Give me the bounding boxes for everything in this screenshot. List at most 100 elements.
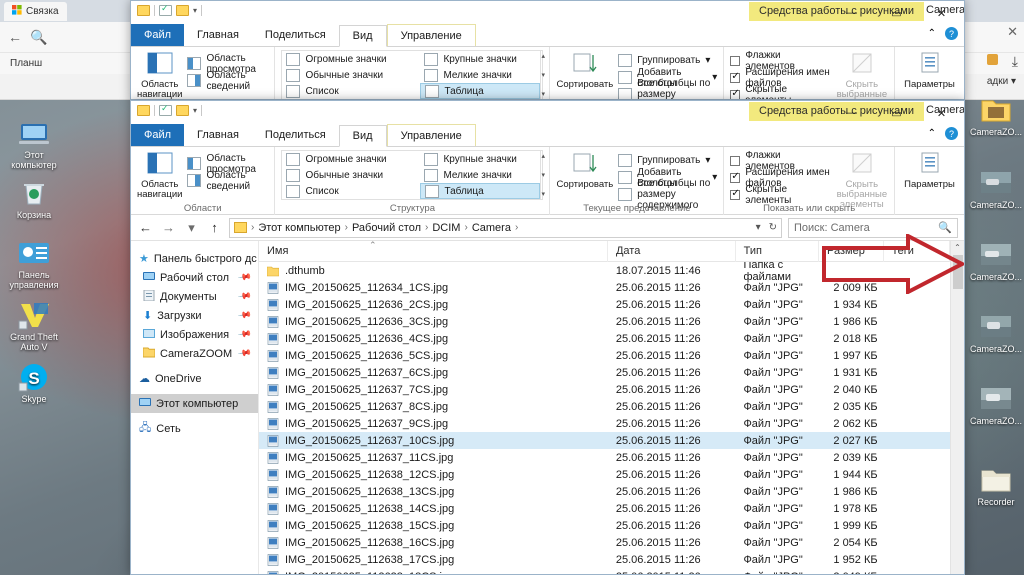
options-button[interactable]: Параметры — [901, 150, 958, 190]
layout-scroll-spinner[interactable]: ▴ ▾ ▾ — [540, 151, 545, 199]
table-row[interactable]: IMG_20150625_112638_12CS.jpg 25.06.2015 1… — [259, 466, 950, 483]
collapse-ribbon-icon[interactable]: ⌃ — [928, 128, 936, 139]
details-pane-item[interactable]: Область сведений — [187, 170, 268, 192]
tab-manage[interactable]: Управление — [386, 124, 476, 146]
table-row[interactable]: IMG_20150625_112637_8CS.jpg 25.06.2015 11… — [259, 398, 950, 415]
layout-medium-icons[interactable]: Обычные значки — [282, 67, 420, 83]
breadcrumb-item-0[interactable]: Этот компьютер — [255, 222, 343, 234]
hide-selected-items-button[interactable]: Скрыть выбранные элементы — [836, 50, 888, 99]
desktop-icon-camerazoom-image-4[interactable]: CameraZO... — [966, 384, 1024, 426]
explorer-window-background[interactable]: ▾ Средства работы с рисунками Camera — ▭… — [130, 0, 965, 100]
sidebar-item-pictures[interactable]: Изображения 📌 — [131, 325, 258, 344]
sort-button[interactable]: Сортировать — [556, 50, 613, 99]
tab-file[interactable]: Файл — [131, 24, 185, 46]
layout-list[interactable]: Список — [282, 83, 420, 99]
breadcrumb-item-1[interactable]: Рабочий стол — [349, 222, 424, 234]
breadcrumb[interactable]: › Этот компьютер › Рабочий стол › DCIM ›… — [229, 217, 782, 238]
sidebar-item-onedrive[interactable]: ☁ OneDrive — [131, 369, 258, 388]
desktop-icon-camerazoom-image-1[interactable]: CameraZO... — [966, 168, 1024, 210]
layout-details[interactable]: Таблица — [420, 183, 541, 199]
layout-extra-large-icons[interactable]: Огромные значки — [282, 151, 420, 167]
table-row[interactable]: IMG_20150625_112638_17CS.jpg 25.06.2015 1… — [259, 551, 950, 568]
properties-icon[interactable] — [159, 103, 172, 116]
sidebar-item-this-pc[interactable]: Этот компьютер — [131, 394, 258, 413]
download-icon[interactable]: ⤓ — [1012, 53, 1018, 70]
desktop-icon-recycle-bin[interactable]: Корзина — [4, 178, 64, 220]
checkbox[interactable] — [730, 71, 741, 83]
properties-icon[interactable] — [159, 3, 172, 16]
folder-icon[interactable] — [137, 105, 150, 116]
close-button[interactable]: ✕ — [919, 101, 964, 125]
minimize-button[interactable]: — — [829, 101, 874, 125]
customize-caret-icon[interactable]: ▾ — [193, 6, 197, 15]
bookmarks-menu[interactable]: адки ▾ — [987, 76, 1016, 87]
tab-home[interactable]: Главная — [184, 24, 252, 46]
new-folder-icon[interactable] — [176, 105, 189, 116]
layout-small-icons[interactable]: Мелкие значки — [420, 67, 540, 83]
table-row[interactable]: IMG_20150625_112637_6CS.jpg 25.06.2015 11… — [259, 364, 950, 381]
tab-view[interactable]: Вид — [338, 125, 387, 147]
desktop-icon-camerazoom-folder[interactable]: CameraZO... — [966, 95, 1024, 137]
address-dropdown-icon[interactable]: ▾ — [756, 222, 761, 233]
table-row[interactable]: IMG_20150625_112637_9CS.jpg 25.06.2015 11… — [259, 415, 950, 432]
back-button[interactable]: ← — [137, 220, 154, 235]
close-button[interactable]: ✕ — [919, 1, 964, 25]
desktop-icon-control-panel[interactable]: Панель управления — [4, 238, 64, 290]
tab-share[interactable]: Поделиться — [252, 24, 339, 46]
tab-share[interactable]: Поделиться — [252, 124, 339, 146]
checkbox[interactable] — [730, 171, 741, 183]
sidebar-item-camerazoom[interactable]: CameraZOOM 📌 — [131, 344, 258, 363]
layout-list[interactable]: Список — [282, 183, 420, 199]
desktop-icon-recorder-folder[interactable]: Recorder — [966, 465, 1024, 507]
table-row[interactable]: IMG_20150625_112636_3CS.jpg 25.06.2015 11… — [259, 313, 950, 330]
table-row[interactable]: IMG_20150625_112638_15CS.jpg 25.06.2015 1… — [259, 517, 950, 534]
column-header-name[interactable]: Имя ⌃ — [259, 241, 608, 262]
search-icon[interactable]: 🔍 — [30, 29, 47, 46]
checkbox[interactable] — [730, 88, 741, 99]
navigation-pane-button[interactable]: Область навигации — [137, 150, 182, 200]
layout-extra-large-icons[interactable]: Огромные значки — [282, 51, 420, 67]
sidebar-item-documents[interactable]: Документы 📌 — [131, 287, 258, 306]
desktop-icon-gta-v[interactable]: Grand Theft Auto V — [4, 300, 64, 352]
pin-icon[interactable]: 📌 — [237, 289, 252, 304]
desktop-icon-camerazoom-image-3[interactable]: CameraZO... — [966, 312, 1024, 354]
checkbox[interactable] — [730, 155, 741, 166]
pin-icon[interactable]: 📌 — [237, 327, 252, 342]
forward-button[interactable]: → — [160, 220, 177, 235]
navigation-pane-button[interactable]: Область навигации — [137, 50, 182, 99]
collapse-ribbon-icon[interactable]: ⌃ — [928, 28, 936, 39]
spin-down-icon[interactable]: ▾ — [541, 171, 545, 179]
table-row[interactable]: IMG_20150625_112637_11CS.jpg 25.06.2015 1… — [259, 449, 950, 466]
column-header-type[interactable]: Тип — [736, 241, 819, 262]
checkbox[interactable] — [730, 55, 741, 66]
table-row[interactable]: IMG_20150625_112638_13CS.jpg 25.06.2015 1… — [259, 483, 950, 500]
sidebar-item-quick-access[interactable]: ★ Панель быстрого дс — [131, 249, 258, 268]
file-rows[interactable]: .dthumb 18.07.2015 11:46 Папка с файлами IM… — [259, 262, 950, 574]
layout-medium-icons[interactable]: Обычные значки — [282, 167, 420, 183]
new-folder-icon[interactable] — [176, 5, 189, 16]
hide-selected-items-button[interactable]: Скрыть выбранные элементы — [836, 150, 888, 210]
sort-button[interactable]: Сортировать — [556, 150, 613, 202]
pin-icon[interactable]: 📌 — [237, 346, 252, 361]
maximize-button[interactable]: ▭ — [874, 1, 919, 25]
table-row[interactable]: IMG_20150625_112638_16CS.jpg 25.06.2015 1… — [259, 534, 950, 551]
help-icon[interactable]: ? — [945, 127, 958, 140]
desktop-icon-skype[interactable]: S Skype — [4, 362, 64, 404]
details-pane-item[interactable]: Область сведений — [187, 70, 268, 92]
quick-access-toolbar[interactable]: ▾ — [131, 1, 203, 16]
spin-more-icon[interactable]: ▾ — [541, 90, 545, 98]
extension-icon[interactable] — [985, 52, 1000, 70]
folder-icon[interactable] — [137, 5, 150, 16]
recent-locations-button[interactable]: ▾ — [183, 220, 200, 236]
table-row[interactable]: IMG_20150625_112636_5CS.jpg 25.06.2015 11… — [259, 347, 950, 364]
maximize-button[interactable]: ▭ — [874, 101, 919, 125]
layout-large-icons[interactable]: Крупные значки — [420, 151, 540, 167]
sidebar-item-downloads[interactable]: ⬇ Загрузки 📌 — [131, 306, 258, 325]
refresh-icon[interactable]: ↻ — [769, 222, 777, 233]
spin-down-icon[interactable]: ▾ — [541, 71, 545, 79]
options-button[interactable]: Параметры — [901, 50, 958, 90]
breadcrumb-item-3[interactable]: Camera — [469, 222, 514, 234]
table-row[interactable]: IMG_20150625_112638_18CS.jpg 25.06.2015 1… — [259, 568, 950, 574]
table-row[interactable]: IMG_20150625_112638_14CS.jpg 25.06.2015 1… — [259, 500, 950, 517]
up-button[interactable]: ↑ — [206, 220, 223, 235]
